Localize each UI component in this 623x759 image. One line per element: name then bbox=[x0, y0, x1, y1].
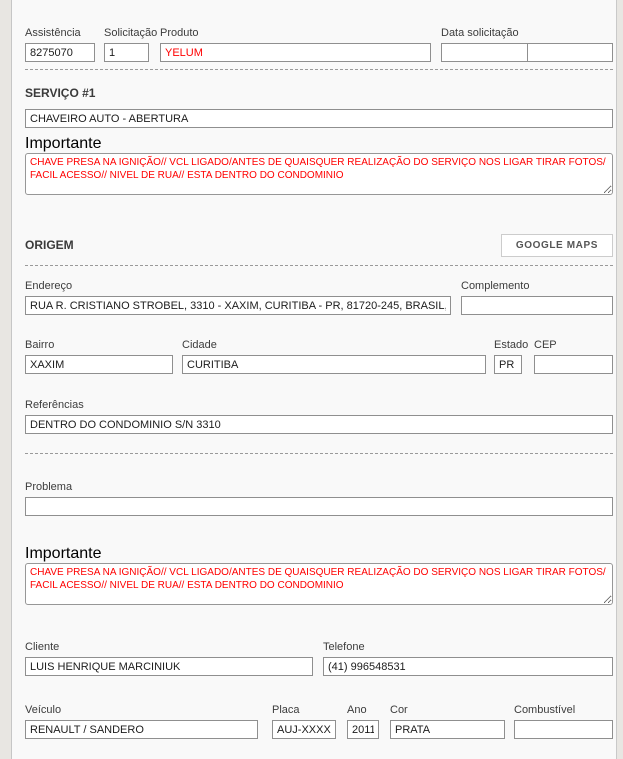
cor-field: Cor bbox=[390, 704, 505, 739]
servico-tipo-input[interactable] bbox=[25, 109, 613, 128]
endereco-field: Endereço bbox=[25, 280, 451, 315]
google-maps-button[interactable]: GOOGLE MAPS bbox=[501, 234, 613, 257]
origem-header-row: ORIGEM GOOGLE MAPS bbox=[25, 234, 613, 257]
data-solicitacao-pair bbox=[441, 43, 613, 62]
detalhes-importante-textarea[interactable]: CHAVE PRESA NA IGNIÇÃO// VCL LIGADO/ANTE… bbox=[25, 563, 613, 605]
assistencia-input[interactable] bbox=[25, 43, 95, 62]
problema-field: Problema bbox=[25, 481, 613, 516]
data-solicitacao-date-input[interactable] bbox=[441, 43, 528, 62]
servico-importante-textarea[interactable]: CHAVE PRESA NA IGNIÇÃO// VCL LIGADO/ANTE… bbox=[25, 153, 613, 195]
cor-input[interactable] bbox=[390, 720, 505, 739]
cep-label: CEP bbox=[534, 339, 613, 352]
complemento-input[interactable] bbox=[461, 296, 613, 315]
referencias-label: Referências bbox=[25, 399, 613, 412]
cor-label: Cor bbox=[390, 704, 505, 717]
separator-2 bbox=[25, 265, 613, 266]
header-fields-row: Assistência Solicitação Produto Data sol… bbox=[25, 27, 613, 62]
produto-label: Produto bbox=[160, 27, 431, 40]
ano-field: Ano bbox=[347, 704, 379, 739]
cep-field: CEP bbox=[534, 339, 613, 374]
veiculo-label: Veículo bbox=[25, 704, 258, 717]
cliente-row: Cliente Telefone bbox=[25, 641, 613, 676]
telefone-input[interactable] bbox=[323, 657, 613, 676]
complemento-field: Complemento bbox=[461, 280, 613, 315]
veiculo-row: Veículo Placa Ano Cor Combustível bbox=[25, 704, 613, 739]
veiculo-field: Veículo bbox=[25, 704, 258, 739]
servico-heading: SERVIÇO #1 bbox=[25, 87, 613, 100]
data-solicitacao-field: Data solicitação bbox=[441, 27, 613, 62]
endereco-label: Endereço bbox=[25, 280, 451, 293]
form-panel: Assistência Solicitação Produto Data sol… bbox=[11, 0, 617, 759]
estado-input[interactable] bbox=[494, 355, 522, 374]
solicitacao-input[interactable] bbox=[104, 43, 149, 62]
form-content: Assistência Solicitação Produto Data sol… bbox=[12, 0, 613, 739]
ano-input[interactable] bbox=[347, 720, 379, 739]
bairro-input[interactable] bbox=[25, 355, 173, 374]
assistencia-label: Assistência bbox=[25, 27, 95, 40]
telefone-field: Telefone bbox=[323, 641, 613, 676]
produto-input[interactable] bbox=[160, 43, 431, 62]
endereco-input[interactable] bbox=[25, 296, 451, 315]
ano-label: Ano bbox=[347, 704, 379, 717]
endereco-row: Endereço Complemento bbox=[25, 280, 613, 315]
combustivel-input[interactable] bbox=[514, 720, 613, 739]
origem-heading: ORIGEM bbox=[25, 239, 74, 252]
detalhes-importante-label: Importante bbox=[25, 545, 613, 563]
data-solicitacao-label: Data solicitação bbox=[441, 27, 613, 40]
estado-field: Estado bbox=[494, 339, 522, 374]
bairro-label: Bairro bbox=[25, 339, 173, 352]
referencias-input[interactable] bbox=[25, 415, 613, 434]
cep-input[interactable] bbox=[534, 355, 613, 374]
cidade-field: Cidade bbox=[182, 339, 486, 374]
telefone-label: Telefone bbox=[323, 641, 613, 654]
veiculo-input[interactable] bbox=[25, 720, 258, 739]
bairro-row: Bairro Cidade Estado CEP bbox=[25, 339, 613, 374]
cidade-label: Cidade bbox=[182, 339, 486, 352]
separator-3 bbox=[25, 453, 613, 454]
problema-input[interactable] bbox=[25, 497, 613, 516]
assistencia-field: Assistência bbox=[25, 27, 95, 62]
cidade-input[interactable] bbox=[182, 355, 486, 374]
servico-importante-label: Importante bbox=[25, 135, 613, 153]
cliente-field: Cliente bbox=[25, 641, 313, 676]
placa-field: Placa bbox=[272, 704, 336, 739]
placa-input[interactable] bbox=[272, 720, 336, 739]
bairro-field: Bairro bbox=[25, 339, 173, 374]
placa-label: Placa bbox=[272, 704, 336, 717]
combustivel-field: Combustível bbox=[514, 704, 613, 739]
combustivel-label: Combustível bbox=[514, 704, 613, 717]
solicitacao-label: Solicitação bbox=[104, 27, 149, 40]
data-solicitacao-time-input[interactable] bbox=[527, 43, 613, 62]
solicitacao-field: Solicitação bbox=[104, 27, 149, 62]
estado-label: Estado bbox=[494, 339, 522, 352]
cliente-input[interactable] bbox=[25, 657, 313, 676]
problema-label: Problema bbox=[25, 481, 613, 494]
cliente-label: Cliente bbox=[25, 641, 313, 654]
produto-field: Produto bbox=[160, 27, 431, 62]
complemento-label: Complemento bbox=[461, 280, 613, 293]
referencias-field: Referências bbox=[25, 399, 613, 434]
separator-1 bbox=[25, 69, 613, 70]
